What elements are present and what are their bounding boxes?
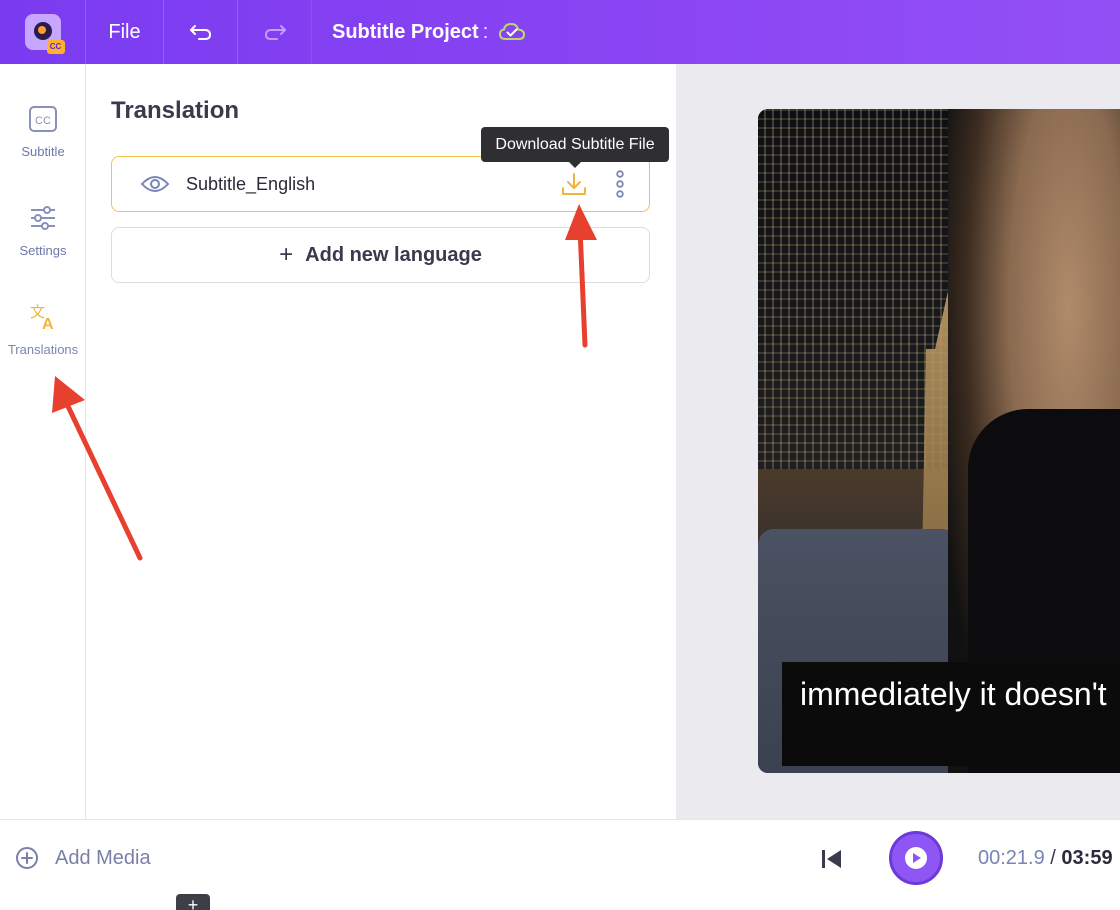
- add-circle-icon: [16, 847, 38, 869]
- add-new-language-label: Add new language: [305, 243, 482, 266]
- logo-icon: CC: [24, 14, 65, 54]
- svg-text:CC: CC: [35, 115, 51, 127]
- sidebar-item-label: Settings: [19, 243, 67, 258]
- total-time: 03:59: [1061, 847, 1113, 869]
- left-sidebar: CC Subtitle Settings 文 A Translations: [0, 64, 86, 819]
- cc-icon: CC: [28, 104, 58, 134]
- language-name: Subtitle_English: [186, 173, 316, 194]
- file-menu-button[interactable]: File: [86, 0, 164, 64]
- more-options-icon[interactable]: [612, 169, 628, 199]
- sidebar-item-settings[interactable]: Settings: [0, 203, 86, 258]
- skip-back-button[interactable]: [820, 847, 844, 871]
- play-icon: [905, 847, 927, 869]
- svg-text:A: A: [42, 316, 54, 331]
- translate-icon: 文 A: [28, 302, 58, 332]
- add-media-button[interactable]: Add Media: [15, 846, 151, 870]
- eye-icon[interactable]: [140, 174, 172, 194]
- translation-panel: Translation Subtitle_English + Add new l…: [87, 64, 676, 819]
- redo-button[interactable]: [238, 0, 312, 64]
- playback-time: 00:21.9 / 03:59: [978, 847, 1113, 870]
- add-new-language-button[interactable]: + Add new language: [111, 227, 650, 283]
- sidebar-item-label: Translations: [7, 342, 79, 357]
- sidebar-item-translations[interactable]: 文 A Translations: [0, 302, 86, 357]
- bottom-bar: Add Media 00:21.9 / 03:59 +: [0, 819, 1120, 910]
- current-time: 00:21.9: [978, 847, 1045, 869]
- tooltip-text: Download Subtitle File: [495, 135, 655, 153]
- skip-back-icon: [822, 850, 841, 868]
- undo-icon: [189, 25, 211, 40]
- play-button[interactable]: [889, 831, 943, 885]
- project-title-area[interactable]: Subtitle Project :: [332, 21, 526, 44]
- subtitle-caption[interactable]: immediately it doesn't: [782, 662, 1120, 766]
- project-title-colon: :: [482, 20, 489, 43]
- time-separator: /: [1050, 847, 1056, 869]
- caption-text: immediately it doesn't: [800, 676, 1107, 712]
- sidebar-item-subtitle[interactable]: CC Subtitle: [0, 104, 86, 159]
- sidebar-item-label: Subtitle: [21, 144, 65, 159]
- undo-button[interactable]: [164, 0, 238, 64]
- file-menu-label: File: [108, 20, 141, 43]
- plus-icon: +: [279, 241, 294, 268]
- timeline-add-button[interactable]: +: [176, 894, 210, 910]
- top-bar: CC File Subtitle Project :: [0, 0, 1120, 64]
- download-tooltip: Download Subtitle File: [481, 127, 669, 168]
- redo-icon: [264, 25, 286, 40]
- panel-title: Translation: [111, 97, 240, 124]
- plus-icon: +: [187, 895, 199, 910]
- download-icon[interactable]: [560, 171, 588, 199]
- project-title[interactable]: Subtitle Project: [332, 21, 479, 44]
- cloud-saved-icon: [499, 22, 526, 40]
- app-logo[interactable]: CC: [0, 0, 86, 64]
- add-media-label: Add Media: [55, 846, 151, 869]
- sliders-icon: [28, 203, 58, 233]
